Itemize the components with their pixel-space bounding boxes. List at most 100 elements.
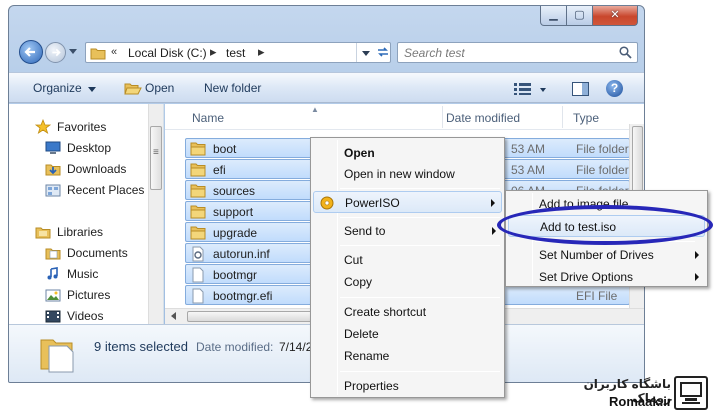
- submenu-arrow-icon: [491, 199, 495, 207]
- folder-icon: [190, 142, 206, 156]
- chevron-down-icon[interactable]: [540, 88, 546, 92]
- menu-item-label: Set Number of Drives: [539, 248, 654, 262]
- address-history-dropdown[interactable]: [356, 43, 374, 62]
- new-folder-button[interactable]: New folder: [204, 81, 261, 95]
- menu-separator: [340, 245, 500, 246]
- nav-item-label: Recent Places: [67, 183, 145, 197]
- computer-logo-icon: [680, 382, 702, 404]
- file-name: bootmgr: [213, 268, 258, 282]
- column-name[interactable]: Name: [192, 111, 224, 125]
- file-name: support: [213, 205, 254, 219]
- date-modified-value: 7/14/2: [279, 340, 313, 354]
- search-icon[interactable]: [619, 46, 632, 59]
- submenu-arrow-icon: [492, 227, 496, 235]
- file-type: File folder: [576, 142, 629, 156]
- refresh-button[interactable]: [374, 43, 391, 62]
- highlight-annotation: [497, 205, 713, 245]
- menu-item-label: Set Drive Options: [539, 270, 634, 284]
- videos-icon: [45, 310, 61, 323]
- organize-button[interactable]: Organize: [33, 81, 82, 95]
- star-icon: [35, 119, 51, 134]
- libraries-icon: [35, 227, 51, 239]
- watermark: باشگاه کاربران روماک Romaak.ir: [553, 374, 713, 412]
- maximize-icon: ▢: [574, 9, 585, 21]
- column-date-modified[interactable]: Date modified: [446, 111, 520, 125]
- help-icon[interactable]: ?: [606, 80, 623, 97]
- sort-indicator-icon: ▲: [311, 105, 319, 114]
- back-button[interactable]: [19, 40, 43, 64]
- menu-item-poweriso[interactable]: PowerISO: [313, 191, 502, 213]
- file-icon: [192, 288, 204, 304]
- menu-item-label: Copy: [344, 275, 373, 289]
- music-icon: [47, 267, 58, 280]
- forward-button[interactable]: [45, 42, 66, 63]
- breadcrumb-test[interactable]: test: [226, 46, 245, 60]
- multiple-items-icon: [40, 339, 74, 373]
- column-divider[interactable]: [442, 106, 443, 128]
- file-type: EFI File: [576, 289, 618, 303]
- column-divider[interactable]: [562, 106, 563, 128]
- menu-item-create-shortcut[interactable]: Create shortcut: [313, 301, 502, 323]
- navigation-pane: Favorites Desktop Downloads Recent Place…: [9, 104, 164, 324]
- file-icon: [192, 267, 204, 283]
- breadcrumb-local-disk[interactable]: Local Disk (C:): [128, 46, 207, 60]
- menu-item-label: Create shortcut: [344, 305, 427, 319]
- recent-pages-dropdown[interactable]: [69, 49, 77, 54]
- menu-item-open-new-window[interactable]: Open in new window: [313, 163, 502, 185]
- menu-item-label: PowerISO: [345, 196, 400, 210]
- file-name: autorun.inf: [213, 247, 270, 261]
- file-type: File folder: [576, 163, 629, 177]
- address-bar[interactable]: « Local Disk (C:) ▸ test ▸: [85, 42, 391, 63]
- menu-item-label: Rename: [344, 349, 390, 363]
- preview-pane-icon[interactable]: [572, 82, 589, 96]
- scroll-left-icon[interactable]: [171, 312, 176, 320]
- menu-item-cut[interactable]: Cut: [313, 249, 502, 271]
- menu-item-open[interactable]: Open: [313, 142, 502, 164]
- folder-icon: [190, 184, 206, 198]
- menu-item-set-number-of-drives[interactable]: Set Number of Drives: [508, 244, 705, 266]
- command-bar: Organize Open New folder ?: [9, 72, 644, 103]
- close-button[interactable]: ✕: [592, 6, 638, 26]
- menu-item-send-to[interactable]: Send to: [313, 220, 502, 242]
- address-overflow-chevron[interactable]: «: [111, 46, 117, 58]
- nav-item-label: Desktop: [67, 141, 112, 155]
- column-type[interactable]: Type: [573, 111, 599, 125]
- minimize-icon: ▁: [549, 9, 558, 21]
- menu-separator: [340, 217, 500, 218]
- chevron-right-icon[interactable]: ▸: [258, 44, 265, 60]
- date-modified-label: Date modified:: [196, 340, 274, 354]
- submenu-arrow-icon: [695, 251, 699, 259]
- open-button[interactable]: Open: [145, 81, 174, 95]
- poweriso-icon: [320, 196, 334, 210]
- search-box: [397, 42, 638, 63]
- nav-scrollbar[interactable]: [148, 104, 163, 324]
- nav-scroll-thumb[interactable]: [150, 126, 162, 190]
- maximize-button[interactable]: ▢: [566, 6, 593, 26]
- nav-item-label: Music: [67, 267, 99, 281]
- arrow-left-icon: [24, 47, 35, 57]
- file-date: 53 AM: [511, 163, 546, 177]
- menu-item-delete[interactable]: Delete: [313, 323, 502, 345]
- menu-item-copy[interactable]: Copy: [313, 271, 502, 293]
- menu-item-properties[interactable]: Properties: [313, 375, 502, 397]
- selection-count: 9 items selected: [94, 339, 188, 354]
- folder-icon: [190, 205, 206, 219]
- open-folder-icon: [124, 83, 142, 95]
- file-date: 53 AM: [511, 142, 546, 156]
- menu-item-rename[interactable]: Rename: [313, 345, 502, 367]
- recent-places-icon: [45, 184, 61, 197]
- menu-item-set-drive-options[interactable]: Set Drive Options: [508, 266, 705, 288]
- chevron-right-icon[interactable]: ▸: [210, 44, 217, 60]
- arrow-right-icon: [52, 48, 61, 57]
- file-name: bootmgr.efi: [213, 289, 273, 303]
- menu-item-label: Delete: [344, 327, 379, 341]
- settings-file-icon: [192, 246, 204, 262]
- desktop-icon: [45, 141, 61, 154]
- watermark-text-site: Romaak.ir: [609, 394, 672, 409]
- nav-item-label: Videos: [67, 309, 104, 323]
- menu-item-label: Properties: [344, 379, 399, 393]
- search-input[interactable]: [402, 44, 612, 61]
- minimize-button[interactable]: ▁: [540, 6, 567, 26]
- file-name: boot: [213, 142, 237, 156]
- change-view-icon[interactable]: [514, 83, 532, 95]
